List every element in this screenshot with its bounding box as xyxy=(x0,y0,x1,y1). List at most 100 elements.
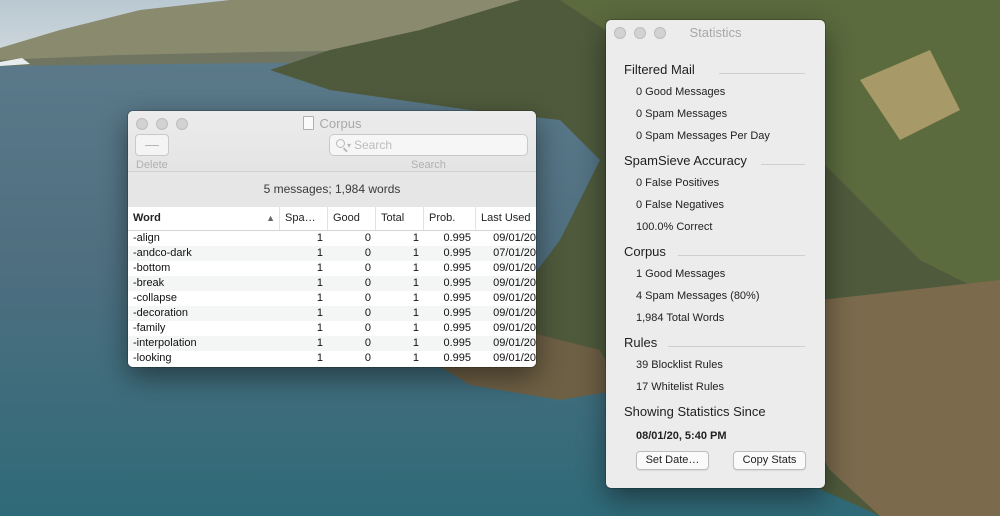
table-cell-good: 0 xyxy=(364,292,371,304)
search-placeholder: Search xyxy=(354,138,393,152)
table-cell-good: 0 xyxy=(364,322,371,334)
section-heading-since: Showing Statistics Since xyxy=(624,404,766,419)
table-cell-total: 1 xyxy=(412,307,419,319)
stat-correct: 100.0% Correct xyxy=(636,221,713,233)
table-cell-spam: 1 xyxy=(316,307,323,319)
divider xyxy=(761,164,805,165)
table-row[interactable]: -looking 1 0 1 0.995 09/01/20 xyxy=(128,351,536,366)
table-cell-word: -align xyxy=(133,232,160,244)
table-row[interactable]: -break 1 0 1 0.995 09/01/20 xyxy=(128,276,536,291)
search-label: Search xyxy=(411,159,446,171)
table-cell-word: -decoration xyxy=(133,307,189,319)
stat-false-positives: 0 False Positives xyxy=(636,177,720,189)
table-cell-spam: 1 xyxy=(316,232,323,244)
stat-false-negatives: 0 False Negatives xyxy=(636,199,725,211)
set-date-button[interactable]: Set Date… xyxy=(636,451,709,470)
table-cell-last-used: 09/01/20 xyxy=(493,232,536,244)
table-cell-prob: 0.995 xyxy=(443,307,471,319)
stat-corpus-words: 1,984 Total Words xyxy=(636,312,725,324)
search-icon xyxy=(336,139,345,148)
table-cell-good: 0 xyxy=(364,262,371,274)
table-cell-total: 1 xyxy=(412,247,419,259)
table-cell-last-used: 09/01/20 xyxy=(493,337,536,349)
table-cell-last-used: 07/01/20 xyxy=(493,247,536,259)
search-field[interactable]: ▾ Search xyxy=(329,134,528,156)
table-row[interactable]: -interpolation 1 0 1 0.995 09/01/20 xyxy=(128,336,536,351)
table-row[interactable]: -decoration 1 0 1 0.995 09/01/20 xyxy=(128,306,536,321)
table-cell-total: 1 xyxy=(412,277,419,289)
section-heading-rules: Rules xyxy=(624,335,658,350)
table-cell-good: 0 xyxy=(364,307,371,319)
column-header-last-used[interactable]: Last Used xyxy=(476,207,536,230)
table-cell-word: -interpolation xyxy=(133,337,197,349)
divider xyxy=(668,346,805,347)
table-cell-spam: 1 xyxy=(316,352,323,364)
column-header-spam[interactable]: Spa… xyxy=(280,207,328,230)
table-cell-spam: 1 xyxy=(316,247,323,259)
copy-stats-button[interactable]: Copy Stats xyxy=(733,451,806,470)
table-cell-spam: 1 xyxy=(316,277,323,289)
table-cell-prob: 0.995 xyxy=(443,337,471,349)
table-cell-prob: 0.995 xyxy=(443,232,471,244)
stat-corpus-spam: 4 Spam Messages (80%) xyxy=(636,290,760,302)
column-header-word[interactable]: Word ▲ xyxy=(128,207,280,230)
table-cell-spam: 1 xyxy=(316,337,323,349)
table-body: -align 1 0 1 0.995 09/01/20 -andco-dark 1 0 1 0.99… xyxy=(128,231,536,366)
table-cell-good: 0 xyxy=(364,277,371,289)
table-row[interactable]: -bottom 1 0 1 0.995 09/01/20 xyxy=(128,261,536,276)
table-cell-prob: 0.995 xyxy=(443,352,471,364)
table-cell-prob: 0.995 xyxy=(443,292,471,304)
statistics-window: Statistics Filtered Mail 0 Good Messages… xyxy=(606,20,825,488)
corpus-window: Corpus — Delete ▾ Search Search 5 messag… xyxy=(128,111,536,367)
table-cell-good: 0 xyxy=(364,352,371,364)
table-cell-word: -break xyxy=(133,277,165,289)
table-cell-good: 0 xyxy=(364,232,371,244)
delete-label: Delete xyxy=(136,159,168,171)
corpus-window-title: Corpus xyxy=(128,116,536,131)
stat-blocklist-rules: 39 Blocklist Rules xyxy=(636,359,723,371)
section-heading-accuracy: SpamSieve Accuracy xyxy=(624,153,747,168)
table-row[interactable]: -family 1 0 1 0.995 09/01/20 xyxy=(128,321,536,336)
section-heading-filtered-mail: Filtered Mail xyxy=(624,62,695,77)
column-header-total[interactable]: Total xyxy=(376,207,424,230)
table-cell-last-used: 09/01/20 xyxy=(493,307,536,319)
table-cell-prob: 0.995 xyxy=(443,247,471,259)
table-cell-word: -family xyxy=(133,322,166,334)
table-cell-spam: 1 xyxy=(316,262,323,274)
statistics-window-title: Statistics xyxy=(689,25,742,40)
table-cell-prob: 0.995 xyxy=(443,277,471,289)
column-header-good[interactable]: Good xyxy=(328,207,376,230)
sort-ascending-icon: ▲ xyxy=(266,213,275,223)
table-cell-last-used: 09/01/20 xyxy=(493,277,536,289)
table-cell-word: -collapse xyxy=(133,292,178,304)
table-cell-last-used: 09/01/20 xyxy=(493,322,536,334)
table-cell-prob: 0.995 xyxy=(443,262,471,274)
stat-whitelist-rules: 17 Whitelist Rules xyxy=(636,381,725,393)
divider xyxy=(719,73,805,74)
table-cell-prob: 0.995 xyxy=(443,322,471,334)
table-row[interactable]: -andco-dark 1 0 1 0.995 07/01/20 xyxy=(128,246,536,261)
table-cell-spam: 1 xyxy=(316,292,323,304)
stat-spam-messages: 0 Spam Messages xyxy=(636,108,728,120)
delete-button[interactable]: — xyxy=(135,134,169,156)
table-row[interactable]: -align 1 0 1 0.995 09/01/20 xyxy=(128,231,536,246)
table-cell-total: 1 xyxy=(412,352,419,364)
table-row[interactable]: -collapse 1 0 1 0.995 09/01/20 xyxy=(128,291,536,306)
table-cell-word: -bottom xyxy=(133,262,171,274)
column-header-prob[interactable]: Prob. xyxy=(424,207,476,230)
table-cell-good: 0 xyxy=(364,247,371,259)
table-cell-last-used: 09/01/20 xyxy=(493,292,536,304)
stat-since-date: 08/01/20, 5:40 PM xyxy=(636,430,727,442)
table-cell-word: -andco-dark xyxy=(133,247,192,259)
corpus-summary: 5 messages; 1,984 words xyxy=(128,172,536,208)
word-table[interactable]: Word ▲ Spa… Good Total Prob. Last Used -a… xyxy=(128,207,536,367)
table-cell-total: 1 xyxy=(412,322,419,334)
table-cell-total: 1 xyxy=(412,337,419,349)
table-cell-spam: 1 xyxy=(316,322,323,334)
document-icon xyxy=(302,116,314,130)
table-cell-word: -looking xyxy=(133,352,172,364)
table-cell-total: 1 xyxy=(412,262,419,274)
stat-spam-per-day: 0 Spam Messages Per Day xyxy=(636,130,770,142)
divider xyxy=(678,255,805,256)
table-cell-total: 1 xyxy=(412,292,419,304)
